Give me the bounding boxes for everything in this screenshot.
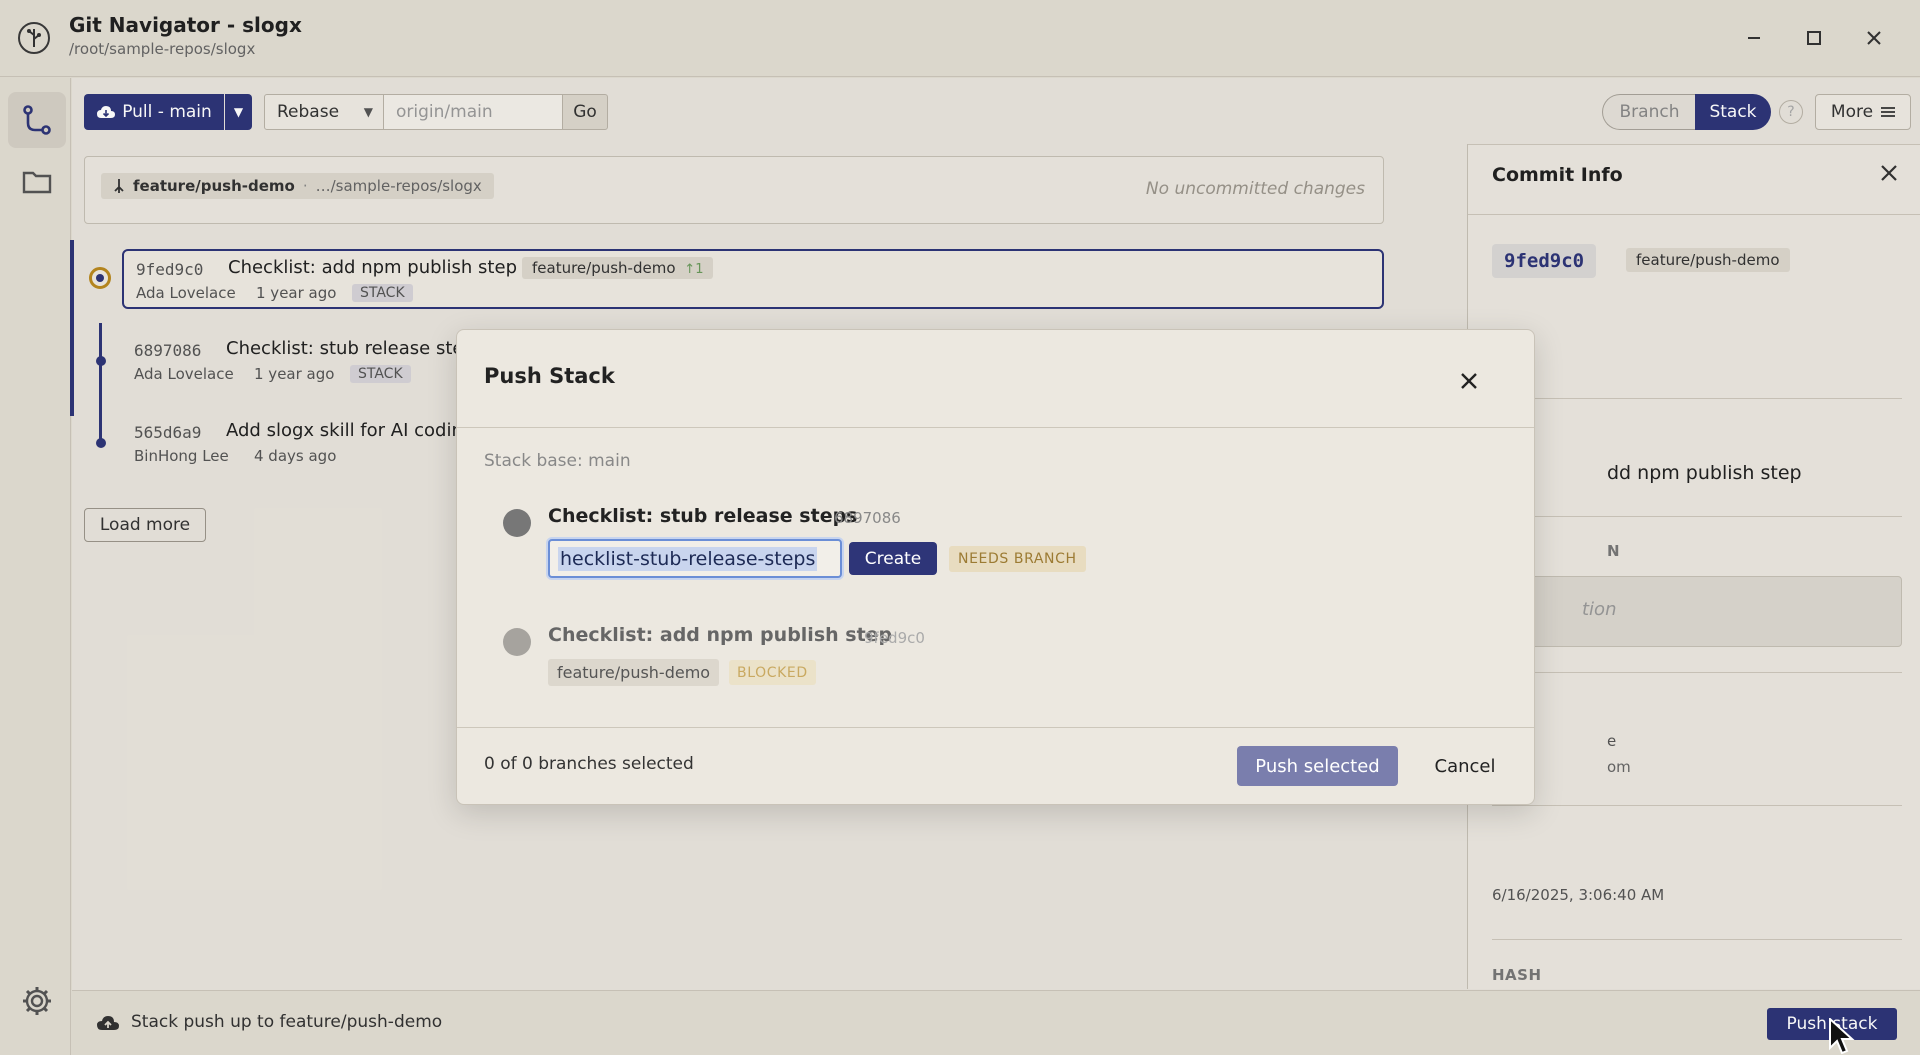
cancel-button[interactable]: Cancel <box>1412 746 1518 786</box>
stack-item-title: Checklist: add npm publish step <box>548 624 893 646</box>
mouse-cursor-icon <box>1829 1018 1855 1055</box>
push-selected-button[interactable]: Push selected <box>1237 746 1398 786</box>
stack-base: Stack base: main <box>484 451 631 471</box>
stack-item-hash: 9fed9c0 <box>864 629 925 647</box>
stack-item-title: Checklist: stub release steps <box>548 505 858 527</box>
divider <box>457 727 1534 728</box>
stack-item-dot <box>503 509 531 537</box>
close-icon[interactable] <box>1454 366 1484 396</box>
divider <box>457 427 1534 428</box>
stack-item-branch: feature/push-demo <box>548 659 720 686</box>
blocked-badge: BLOCKED <box>729 660 816 685</box>
stack-item-hash: 6897086 <box>834 509 901 527</box>
branch-name-value: hecklist-stub-release-steps <box>558 546 818 571</box>
branch-name-input[interactable]: hecklist-stub-release-steps <box>548 539 842 578</box>
needs-branch-badge: NEEDS BRANCH <box>949 546 1086 572</box>
stack-item-dot <box>503 628 531 656</box>
create-branch-button[interactable]: Create <box>849 542 937 575</box>
push-stack-dialog: Push Stack Stack base: main Checklist: s… <box>456 329 1535 805</box>
dialog-title: Push Stack <box>484 364 615 388</box>
selected-count: 0 of 0 branches selected <box>484 754 694 774</box>
